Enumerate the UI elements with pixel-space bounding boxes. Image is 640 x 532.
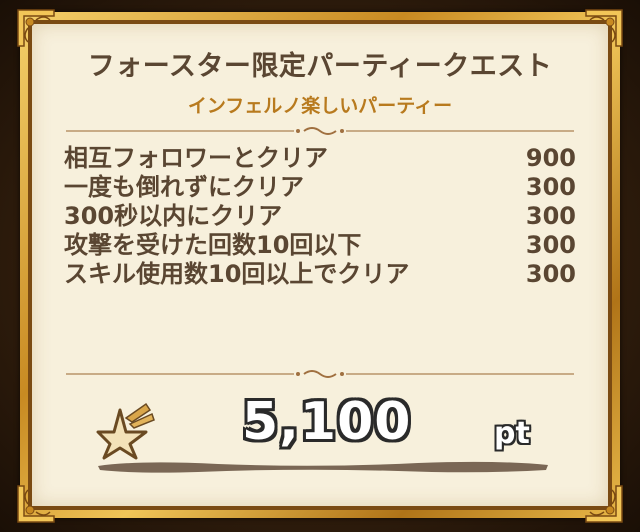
shooting-star-icon	[96, 402, 158, 460]
total-points: 5,100	[242, 392, 412, 452]
bonus-value: 300	[525, 173, 576, 201]
bonus-label: 300秒以内にクリア	[64, 202, 283, 230]
bonus-label: 一度も倒れずにクリア	[64, 173, 304, 201]
corner-ornament-icon	[582, 482, 626, 526]
bonus-row: 攻撃を受けた回数10回以下 300	[64, 231, 580, 260]
bonus-label: スキル使用数10回以上でクリア	[64, 260, 410, 288]
ornamental-divider	[66, 124, 574, 138]
quest-subtitle: インフェルノ楽しいパーティー	[187, 95, 453, 117]
bonus-list: 相互フォロワーとクリア 900 一度も倒れずにクリア 300 300秒以内にクリ…	[64, 144, 580, 289]
bonus-value: 900	[525, 144, 576, 172]
bonus-row: 一度も倒れずにクリア 300	[64, 173, 580, 202]
bonus-value: 300	[525, 202, 576, 230]
ornamental-divider	[66, 367, 574, 381]
corner-ornament-icon	[14, 482, 58, 526]
bonus-value: 300	[525, 231, 576, 259]
bonus-value: 300	[525, 260, 576, 288]
bonus-label: 攻撃を受けた回数10回以下	[64, 231, 362, 259]
bonus-row: 300秒以内にクリア 300	[64, 202, 580, 231]
bonus-label: 相互フォロワーとクリア	[64, 144, 328, 172]
brush-underline	[98, 456, 548, 476]
points-unit: pt	[494, 416, 530, 451]
quest-title: フォースター限定パーティークエスト	[87, 51, 553, 82]
bonus-row: スキル使用数10回以上でクリア 300	[64, 260, 580, 289]
bonus-row: 相互フォロワーとクリア 900	[64, 144, 580, 173]
